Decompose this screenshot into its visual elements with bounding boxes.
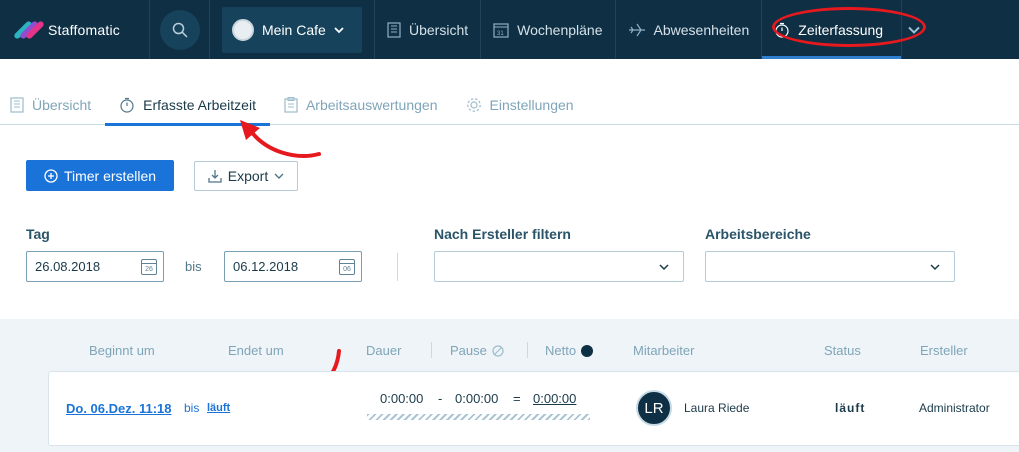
- sub-tabs: Übersicht Erfasste Arbeitzeit Arbeitsaus…: [0, 84, 1019, 126]
- workareas-select[interactable]: [705, 251, 955, 282]
- tab-label: Übersicht: [32, 96, 92, 113]
- stopwatch-icon: [775, 22, 789, 38]
- avatar: LR: [636, 390, 672, 426]
- cafe-switcher[interactable]: Mein Cafe: [222, 6, 362, 53]
- creator-name: Administrator: [919, 401, 990, 415]
- plane-icon: [628, 23, 645, 36]
- entry-minus: -: [438, 391, 443, 406]
- svg-text:31: 31: [497, 31, 504, 37]
- gear-icon: [466, 97, 481, 112]
- plus-circle-icon: [44, 168, 58, 183]
- calendar-icon: 31: [493, 22, 509, 38]
- calendar-icon: 26: [141, 258, 157, 275]
- nav-item-label: Abwesenheiten: [653, 21, 750, 38]
- net-info-icon: [581, 344, 594, 357]
- status-badge: läuft: [835, 401, 866, 415]
- employee-name: Laura Riede: [684, 401, 750, 415]
- search-icon: [172, 22, 188, 38]
- nav-item-label: Wochenpläne: [517, 21, 603, 38]
- tab-label: Erfasste Arbeitzeit: [143, 96, 256, 113]
- building-icon: [10, 96, 24, 113]
- entry-equals: =: [513, 391, 521, 406]
- tab-uebersicht[interactable]: Übersicht: [0, 84, 105, 125]
- clipboard-icon: [284, 96, 298, 113]
- tab-label: Einstellungen: [489, 96, 574, 113]
- nav-item-wochenplaene[interactable]: 31 Wochenpläne: [481, 0, 616, 59]
- calendar-icon: 06: [339, 258, 355, 275]
- column-separator: [527, 342, 528, 358]
- page: Staffomatic Mein Cafe Übersicht 31 Woche…: [0, 0, 1019, 452]
- entry-pause: 0:00:00: [455, 391, 499, 406]
- filter-divider: [397, 253, 398, 281]
- tab-arbeitsauswertungen[interactable]: Arbeitsauswertungen: [270, 84, 452, 125]
- nav-item-label: Zeiterfassung: [798, 21, 884, 38]
- column-header-duration: Dauer: [366, 343, 402, 358]
- column-separator: [431, 342, 432, 358]
- cafe-label: Mein Cafe: [262, 21, 326, 38]
- building-icon: [387, 21, 401, 38]
- entry-begin-link[interactable]: Do. 06.Dez. 11:18: [66, 401, 172, 416]
- nav-more-button[interactable]: [902, 0, 926, 59]
- top-navigation: Staffomatic Mein Cafe Übersicht 31 Woche…: [0, 0, 1019, 59]
- entry-end-link[interactable]: läuft: [207, 402, 230, 414]
- date-range-separator: bis: [185, 259, 202, 274]
- column-header-employee: Mitarbeiter: [633, 343, 695, 358]
- entry-bis-text: bis: [184, 401, 200, 415]
- staffomatic-logo-icon: [13, 19, 45, 41]
- nav-item-abwesenheiten[interactable]: Abwesenheiten: [616, 0, 763, 59]
- chevron-down-icon: [334, 26, 344, 33]
- stopwatch-icon: [120, 97, 134, 113]
- entry-duration: 0:00:00: [380, 391, 424, 406]
- brand-name: Staffomatic: [48, 21, 120, 38]
- chevron-down-icon: [659, 263, 669, 270]
- tab-label: Arbeitsauswertungen: [305, 96, 438, 113]
- creator-filter-label: Nach Ersteller filtern: [434, 226, 571, 242]
- date-from-value: 26.08.2018: [35, 259, 101, 274]
- timer-create-label: Timer erstellen: [63, 167, 157, 184]
- workareas-label: Arbeitsbereiche: [705, 226, 811, 242]
- cafe-avatar: [232, 18, 254, 41]
- export-label: Export: [227, 168, 269, 184]
- nav-search: [150, 0, 210, 59]
- tab-einstellungen[interactable]: Einstellungen: [452, 84, 588, 125]
- export-button[interactable]: Export: [194, 161, 298, 191]
- nav-item-label: Übersicht: [409, 21, 469, 38]
- tab-erfasste-arbeitzeit[interactable]: Erfasste Arbeitzeit: [105, 84, 270, 126]
- column-header-status: Status: [824, 343, 861, 358]
- creator-filter-select[interactable]: [434, 251, 684, 282]
- brand[interactable]: Staffomatic: [0, 0, 150, 59]
- date-to-input[interactable]: 06.12.2018 06: [224, 251, 362, 282]
- date-to-value: 06.12.2018: [233, 259, 299, 274]
- column-header-creator: Ersteller: [920, 343, 968, 358]
- column-header-end: Endet um: [228, 343, 284, 358]
- search-button[interactable]: [159, 9, 200, 50]
- nav-item-uebersicht[interactable]: Übersicht: [375, 0, 482, 59]
- tag-label: Tag: [26, 226, 50, 242]
- date-from-input[interactable]: 26.08.2018 26: [26, 251, 164, 282]
- chevron-down-icon: [908, 26, 920, 34]
- chevron-down-icon: [274, 173, 284, 179]
- chevron-down-icon: [930, 263, 940, 270]
- nav-item-zeiterfassung[interactable]: Zeiterfassung: [762, 0, 903, 59]
- running-progress-stripe: [367, 414, 590, 420]
- pause-info-icon: [492, 344, 504, 357]
- entry-net[interactable]: 0:00:00: [533, 391, 576, 406]
- column-header-pause: Pause: [450, 343, 504, 358]
- column-header-begin: Beginnt um: [89, 343, 155, 358]
- nav-cafe: Mein Cafe: [210, 0, 375, 59]
- column-header-net: Netto: [545, 343, 594, 358]
- download-icon: [208, 170, 222, 183]
- timer-create-button[interactable]: Timer erstellen: [26, 160, 174, 191]
